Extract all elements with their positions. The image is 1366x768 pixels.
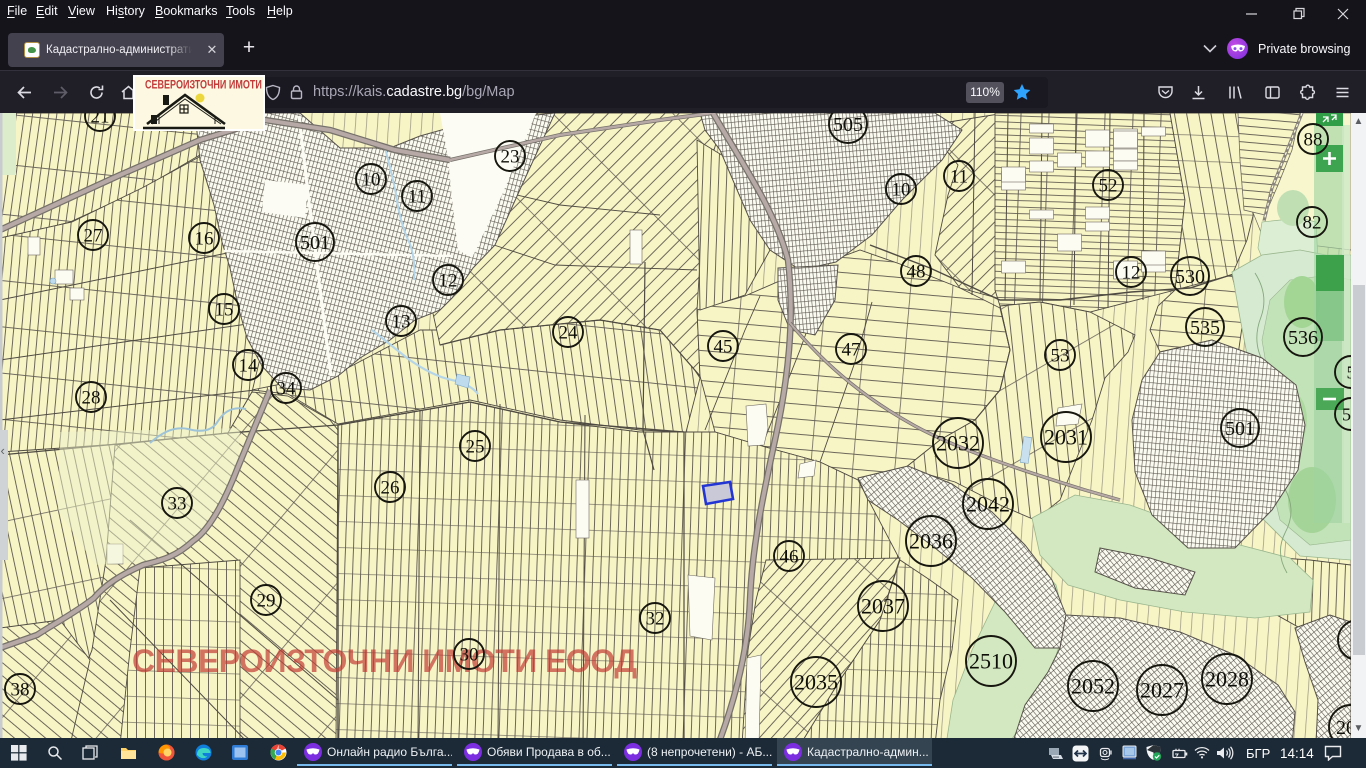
svg-text:26: 26: [381, 478, 400, 499]
svg-text:2042: 2042: [966, 492, 1010, 517]
svg-text:501: 501: [300, 232, 330, 254]
svg-text:48: 48: [907, 262, 926, 283]
svg-text:2028: 2028: [1205, 667, 1249, 692]
svg-text:СЕВЕРОИЗТОЧНИ ИМОТИ ЕООД: СЕВЕРОИЗТОЧНИ ИМОТИ ЕООД: [132, 643, 637, 679]
svg-text:47: 47: [842, 340, 861, 361]
svg-text:15: 15: [215, 300, 234, 321]
svg-text:11: 11: [950, 167, 968, 188]
svg-text:10: 10: [362, 170, 381, 191]
svg-text:2510: 2510: [969, 649, 1013, 674]
svg-text:27: 27: [84, 226, 103, 247]
svg-text:82: 82: [1303, 213, 1322, 234]
svg-text:536: 536: [1288, 327, 1318, 349]
svg-text:54: 54: [1342, 404, 1351, 424]
svg-text:88: 88: [1304, 130, 1323, 151]
svg-text:46: 46: [780, 547, 799, 568]
svg-text:2037: 2037: [861, 594, 905, 619]
svg-text:2027: 2027: [1140, 678, 1184, 703]
svg-text:24: 24: [559, 323, 579, 344]
svg-text:12: 12: [1122, 263, 1141, 284]
svg-text:505: 505: [833, 114, 863, 136]
svg-text:10: 10: [892, 180, 911, 201]
svg-text:34: 34: [277, 379, 297, 400]
svg-text:‹: ‹: [1, 443, 5, 458]
svg-text:2036: 2036: [909, 529, 953, 554]
svg-text:30: 30: [460, 645, 479, 666]
svg-text:2035: 2035: [794, 670, 838, 695]
svg-text:202: 202: [1336, 717, 1351, 738]
svg-text:53: 53: [1051, 346, 1070, 367]
svg-text:535: 535: [1190, 317, 1220, 339]
svg-text:25: 25: [466, 437, 485, 458]
svg-text:45: 45: [714, 337, 733, 358]
svg-text:11: 11: [408, 187, 426, 208]
svg-text:52: 52: [1099, 176, 1118, 197]
svg-text:14: 14: [239, 356, 259, 377]
svg-text:501: 501: [1225, 418, 1255, 440]
svg-text:23: 23: [501, 147, 520, 168]
svg-text:12: 12: [439, 271, 458, 292]
svg-text:33: 33: [168, 494, 187, 515]
svg-text:2031: 2031: [1044, 425, 1088, 450]
svg-text:13: 13: [392, 312, 411, 333]
svg-text:38: 38: [11, 680, 30, 701]
svg-text:32: 32: [646, 609, 665, 630]
svg-text:29: 29: [257, 591, 276, 612]
svg-text:2052: 2052: [1071, 674, 1115, 699]
svg-text:21: 21: [91, 113, 110, 128]
svg-text:16: 16: [195, 229, 214, 250]
svg-text:530: 530: [1175, 266, 1205, 288]
svg-text:28: 28: [82, 388, 101, 409]
svg-text:2032: 2032: [936, 431, 980, 456]
